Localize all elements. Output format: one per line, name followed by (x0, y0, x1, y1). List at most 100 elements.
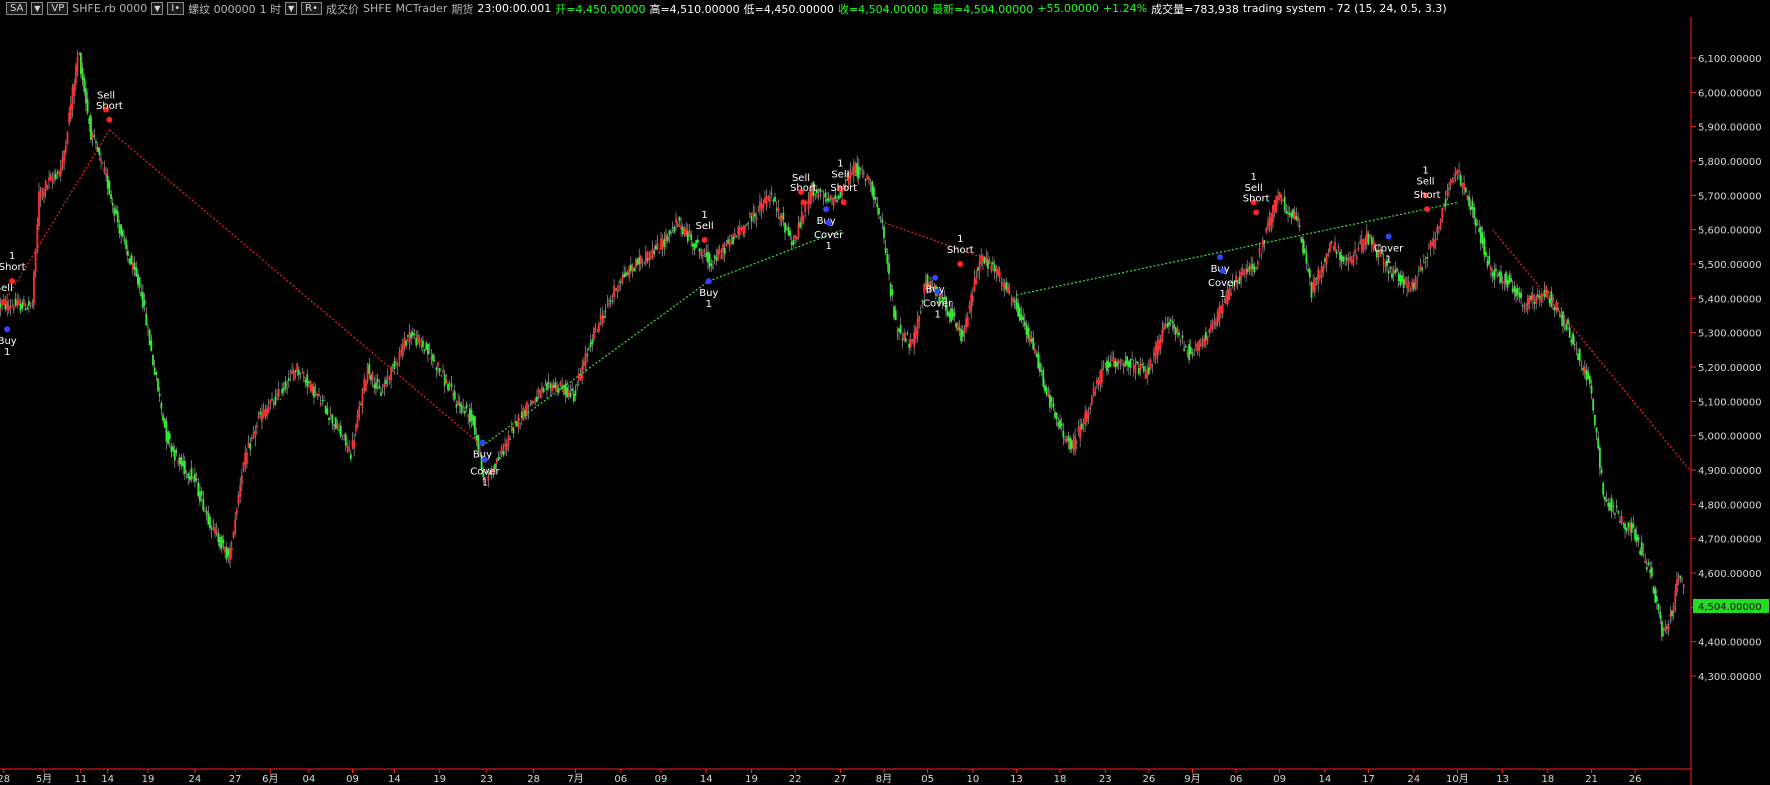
candle-body (334, 417, 337, 430)
candle-body (993, 264, 996, 272)
candle-body (1161, 329, 1164, 343)
signal-label: Cover (1208, 278, 1238, 289)
candle-body (1573, 344, 1576, 346)
candle-body (1677, 578, 1680, 581)
candle-body (618, 286, 620, 287)
candle-body (831, 198, 833, 201)
candle-body (95, 141, 97, 143)
symbol-dropdown-icon[interactable]: ▼ (151, 2, 164, 15)
candle-body (1416, 281, 1419, 282)
candle-body (24, 308, 27, 311)
candle-body (1253, 266, 1256, 272)
candle-body (1189, 347, 1192, 355)
candle-body (1080, 423, 1083, 430)
candle-body (1283, 196, 1286, 211)
r-button[interactable]: R• (301, 2, 322, 15)
candle-body (130, 255, 133, 265)
candle-body (1609, 502, 1611, 511)
candle-body (1627, 522, 1630, 528)
candle-body (400, 350, 403, 352)
candle-body (1228, 288, 1231, 301)
candle-body (966, 316, 969, 327)
candle-body (1649, 569, 1652, 573)
candle-body (700, 251, 703, 257)
candle-body (319, 403, 322, 405)
high-value: 高=4,510.00000 (649, 2, 740, 16)
candle-body (1563, 322, 1566, 325)
candle-body (817, 194, 820, 198)
time-tick-label: 26 (1143, 774, 1156, 785)
candle-body (1184, 346, 1187, 348)
candle-body (1401, 275, 1403, 283)
candle-body (608, 302, 610, 305)
candle-body (314, 391, 317, 396)
sa-dropdown-icon[interactable]: ▼ (31, 2, 44, 15)
candle-body (1191, 352, 1194, 354)
candle-body (1268, 218, 1271, 231)
candle-body (56, 171, 59, 174)
candle-body (1568, 327, 1571, 338)
candle-body (1588, 375, 1591, 384)
candle-body (279, 398, 282, 400)
candle-body (876, 203, 879, 208)
candle-body (519, 422, 522, 424)
candle-body (1474, 218, 1477, 227)
candle-body (147, 327, 149, 329)
candle-body (383, 383, 386, 389)
candle-body (1650, 567, 1653, 577)
candle-body (556, 384, 558, 392)
candle-body (588, 348, 590, 350)
candle-body (1050, 396, 1053, 403)
candle-body (717, 249, 719, 261)
candle-body (975, 277, 978, 285)
candle-body (1654, 588, 1657, 603)
candle-body (204, 510, 206, 512)
candle-body (1308, 269, 1311, 278)
sa-button[interactable]: SA (6, 2, 28, 15)
candle-body (1102, 366, 1105, 367)
interval-button[interactable]: I• (167, 2, 185, 15)
vp-button[interactable]: VP (47, 2, 69, 15)
candle-body (1486, 260, 1489, 267)
candle-body (995, 268, 998, 274)
price-chart[interactable]: SellBuy1Short1SellShortBuyCover1Sell1Buy… (0, 17, 1770, 785)
candle-body (1037, 352, 1040, 369)
candle-body (661, 239, 664, 250)
candle-body (715, 257, 718, 261)
candle-body (333, 424, 335, 426)
candle-body (1017, 302, 1020, 317)
candle-body (541, 386, 543, 391)
candle-body (1064, 438, 1066, 440)
candle-body (1134, 365, 1137, 374)
candle-body (440, 375, 443, 377)
candle-body (64, 145, 67, 153)
candle-body (1147, 367, 1150, 375)
candle-body (1052, 403, 1055, 408)
candle-body (430, 356, 433, 361)
candle-body (723, 247, 726, 255)
candle-body (732, 236, 734, 245)
candle-body (1193, 354, 1196, 356)
candle-body (1292, 209, 1294, 218)
candle-body (960, 329, 963, 342)
price-tick-label: 6,100.00000 (1698, 54, 1762, 65)
candle-body (1478, 228, 1481, 232)
candle-body (455, 404, 458, 408)
candle-body (676, 223, 679, 228)
candle-body (638, 256, 641, 265)
candle-body (93, 135, 96, 137)
candle-body (968, 305, 971, 309)
time-tick-label: 18 (1054, 774, 1067, 785)
signal-quantity: 1 (1385, 255, 1391, 266)
candle-body (499, 458, 501, 460)
candle-body (757, 209, 760, 211)
candle-body (1119, 362, 1122, 364)
candle-body (1000, 282, 1003, 283)
timeframe-dropdown-icon[interactable]: ▼ (285, 2, 298, 15)
candle-body (11, 306, 14, 307)
candle-body (591, 339, 594, 345)
candle-body (462, 406, 465, 409)
candle-body (1273, 199, 1276, 212)
candle-body (1012, 297, 1014, 303)
candle-body (564, 383, 567, 395)
